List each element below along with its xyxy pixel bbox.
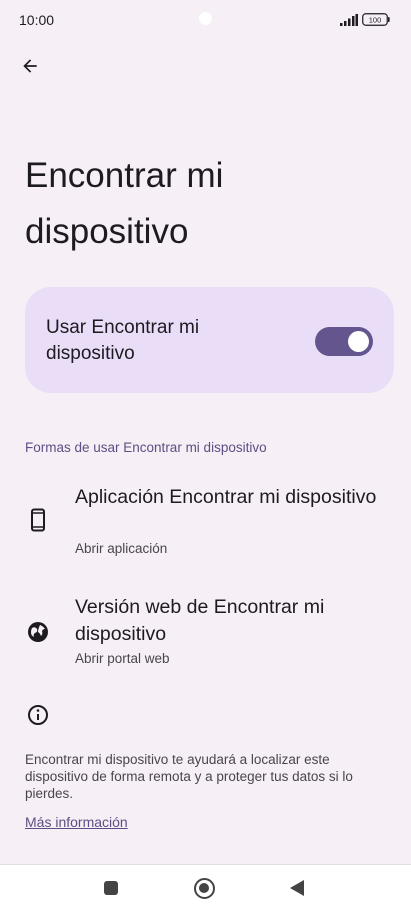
page-title: Encontrar mi dispositivo [25, 156, 224, 251]
info-text: Encontrar mi dispositivo te ayudará a lo… [25, 752, 353, 801]
more-info-link[interactable]: Más información [25, 814, 128, 830]
signal-icon [340, 14, 358, 26]
option-web-subtitle: Abrir portal web [75, 651, 170, 666]
phone-icon [26, 508, 50, 532]
find-my-device-toggle[interactable] [315, 327, 373, 356]
navigation-bar [0, 864, 411, 914]
battery-icon: 100 [362, 13, 390, 26]
option-web[interactable]: Versión web de Encontrar mi dispositivo … [0, 594, 411, 672]
globe-icon [26, 620, 50, 644]
status-bar: 10:00 100 [0, 0, 411, 40]
info-icon [28, 705, 48, 725]
main-toggle-card[interactable]: Usar Encontrar mi dispositivo [25, 287, 394, 393]
camera-cutout [199, 12, 212, 25]
section-header: Formas de usar Encontrar mi dispositivo [25, 440, 267, 455]
option-app-subtitle: Abrir aplicación [75, 541, 168, 556]
main-toggle-label: Usar Encontrar mi dispositivo [46, 317, 200, 364]
back-button[interactable] [14, 50, 46, 82]
recents-button[interactable] [104, 881, 118, 895]
option-web-title: Versión web de Encontrar mi dispositivo [75, 596, 325, 645]
nav-back-button[interactable] [290, 880, 304, 896]
status-time: 10:00 [19, 12, 55, 28]
toggle-thumb [348, 331, 369, 352]
option-app[interactable]: Aplicación Encontrar mi dispositivo Abri… [0, 484, 411, 562]
option-app-title: Aplicación Encontrar mi dispositivo [75, 486, 377, 508]
home-button[interactable] [194, 878, 215, 899]
battery-level: 100 [369, 16, 382, 25]
arrow-left-icon [23, 59, 37, 73]
